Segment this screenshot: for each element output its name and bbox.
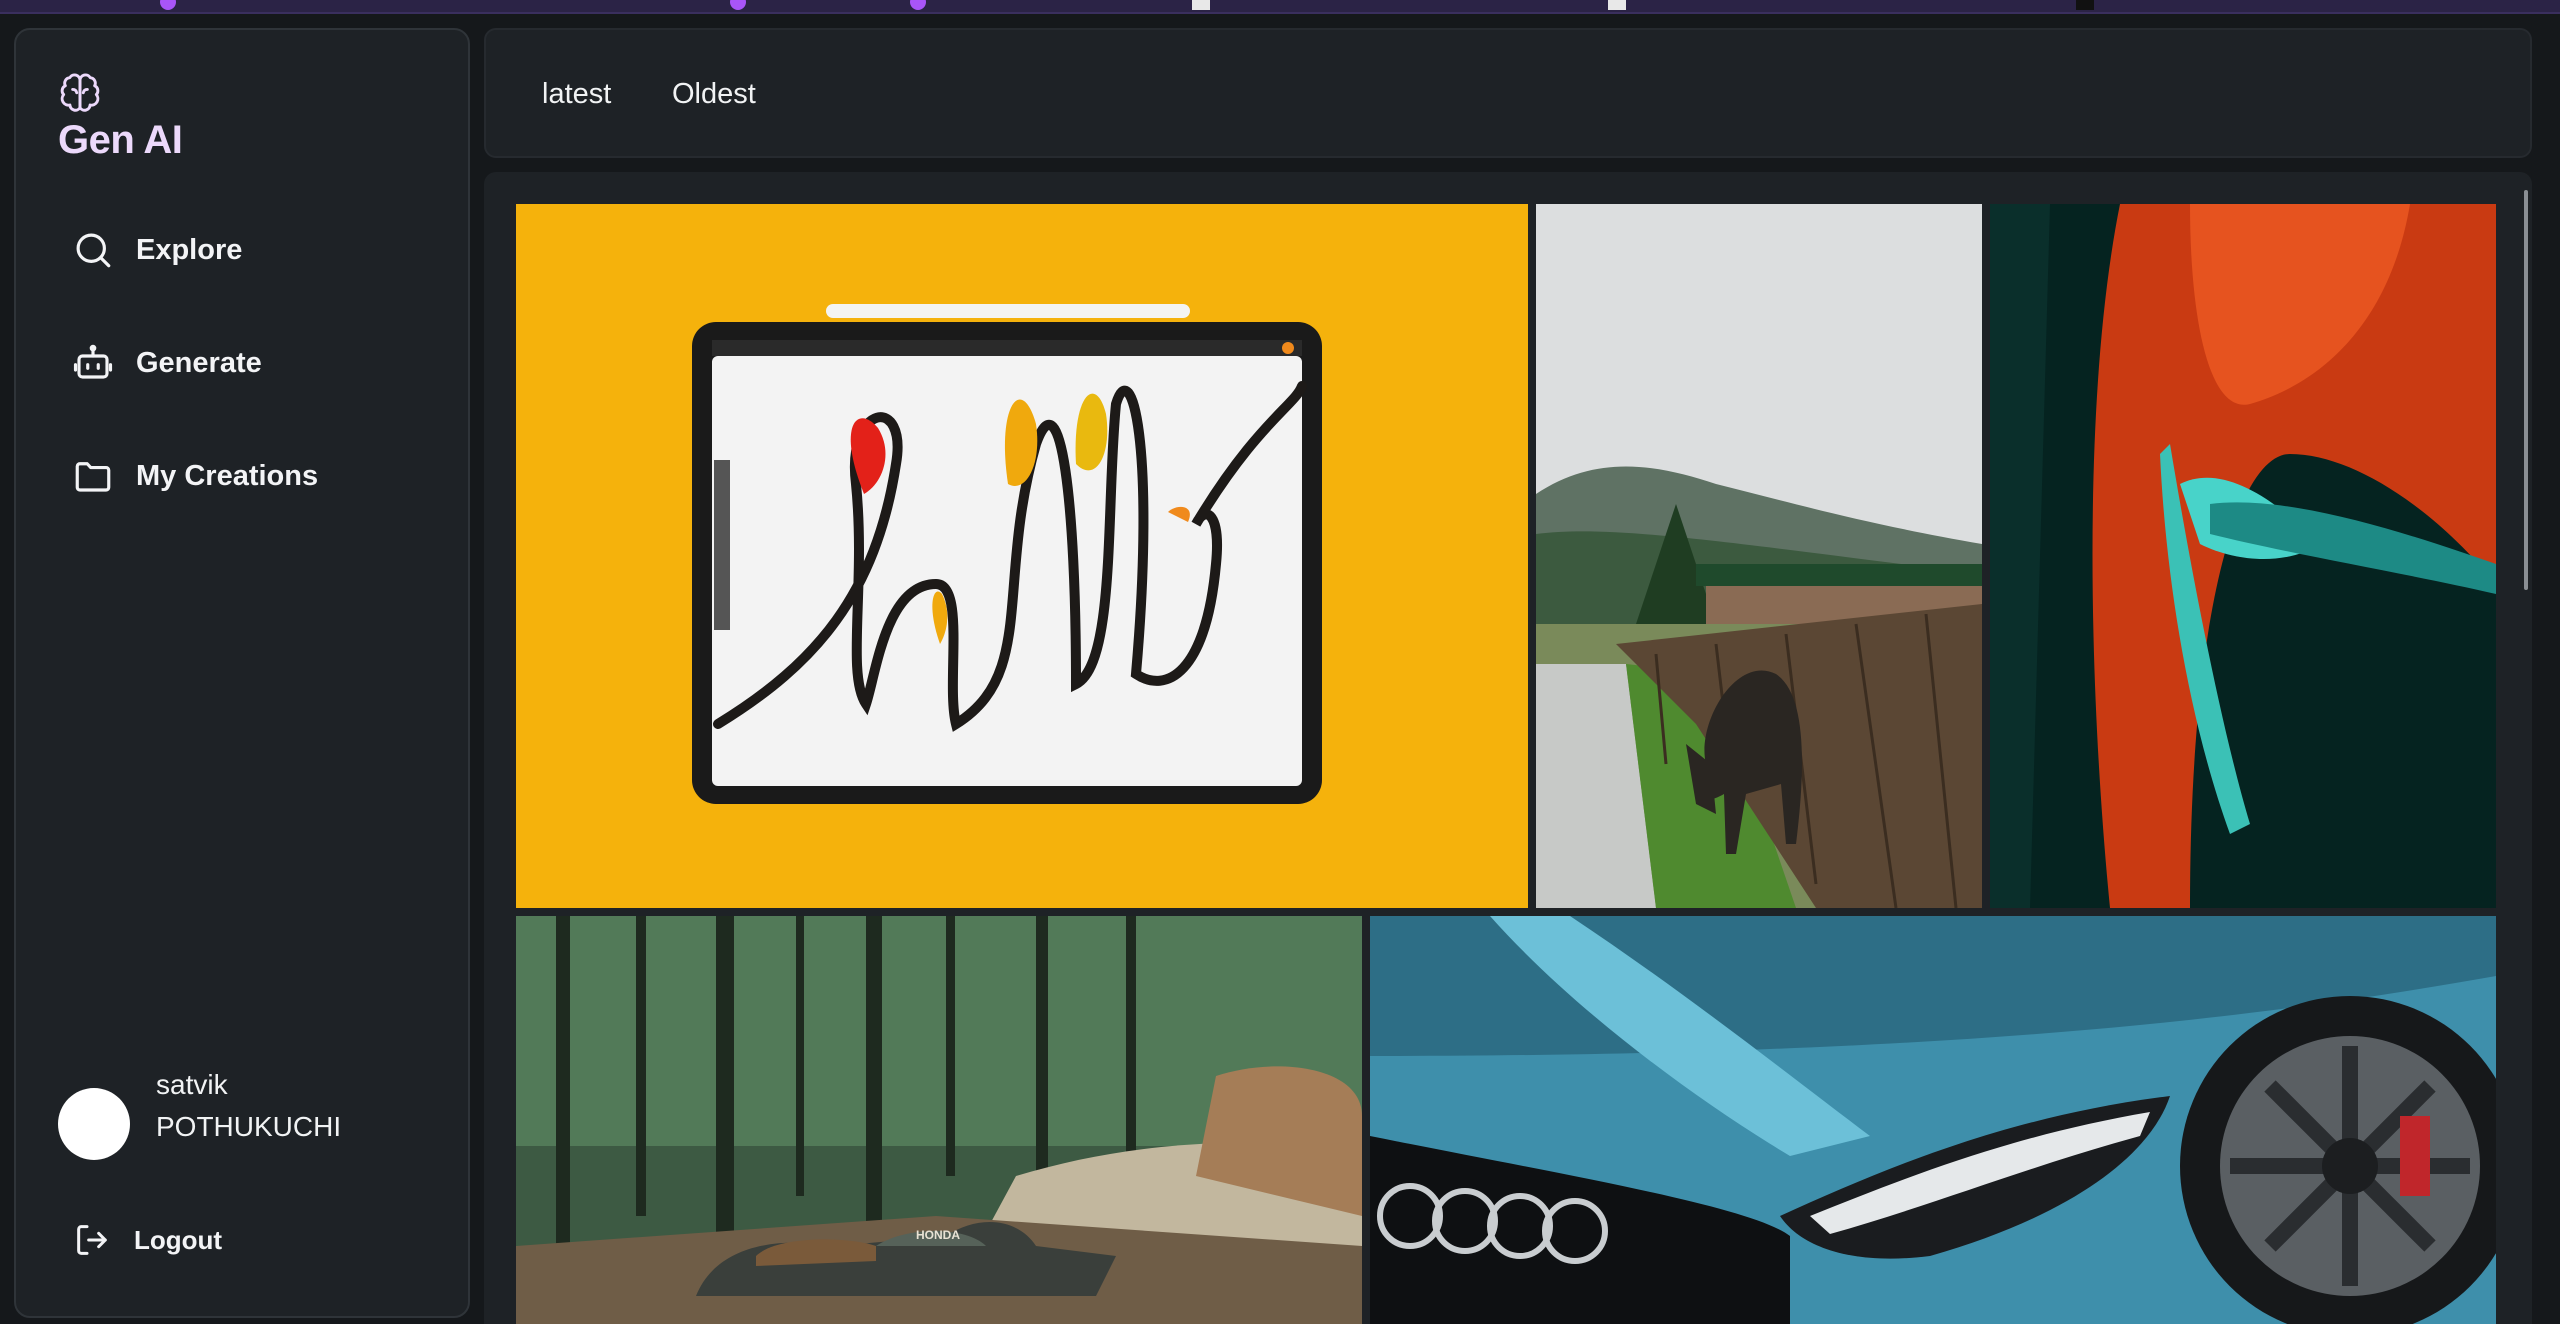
nav-my-creations[interactable]: My Creations — [72, 446, 432, 506]
tab-oldest[interactable]: Oldest — [672, 78, 756, 111]
gallery-image[interactable]: hello — [516, 204, 1528, 908]
robot-icon — [73, 344, 113, 379]
user-profile[interactable]: satvik POTHUKUCHI — [58, 1064, 341, 1160]
nav-my-creations-label: My Creations — [136, 459, 319, 492]
nav-generate-label: Generate — [136, 346, 262, 379]
gallery-image[interactable] — [1990, 204, 2496, 908]
red-car-image — [1990, 204, 2496, 908]
brand-title: Gen AI — [58, 118, 183, 162]
user-name: satvik POTHUKUCHI — [156, 1064, 341, 1148]
tab-favicon — [730, 0, 746, 10]
hello-tablet-image: hello — [516, 204, 1528, 908]
motorcycle-forest-image: HONDA — [516, 916, 1362, 1324]
tab-favicon — [1192, 0, 1210, 10]
gallery-image[interactable] — [1536, 204, 1982, 908]
tab-favicon — [910, 0, 926, 10]
gallery-image[interactable] — [1370, 916, 2496, 1324]
search-icon — [76, 233, 111, 268]
logout-icon — [77, 1225, 107, 1255]
gallery-scrollbar[interactable] — [2524, 190, 2528, 590]
folder-icon — [75, 462, 111, 492]
brain-icon — [60, 73, 100, 112]
sidebar: Gen AI Explore Generate My Creations sat… — [14, 28, 470, 1318]
tab-favicon — [1608, 0, 1626, 10]
user-first-name: satvik — [156, 1069, 228, 1100]
brand[interactable]: Gen AI — [58, 72, 183, 162]
nav-explore[interactable]: Explore — [72, 220, 432, 280]
blue-car-image — [1370, 916, 2496, 1324]
logout-button[interactable]: Logout — [72, 1214, 222, 1266]
grazing-animal-image — [1536, 204, 1982, 908]
nav-explore-label: Explore — [136, 233, 243, 266]
browser-top-strip — [0, 0, 2560, 14]
avatar — [58, 1088, 130, 1160]
gallery-image[interactable]: HONDA — [516, 916, 1362, 1324]
tab-favicon — [2076, 0, 2094, 10]
logout-label: Logout — [134, 1224, 223, 1255]
tab-favicon — [160, 0, 176, 10]
user-last-name: POTHUKUCHI — [156, 1111, 342, 1142]
image-gallery: hello — [484, 172, 2532, 1324]
honda-badge-text: HONDA — [916, 1228, 960, 1242]
tab-latest[interactable]: latest — [542, 78, 611, 111]
sort-header: latest Oldest — [484, 28, 2532, 158]
nav-generate[interactable]: Generate — [72, 333, 432, 393]
